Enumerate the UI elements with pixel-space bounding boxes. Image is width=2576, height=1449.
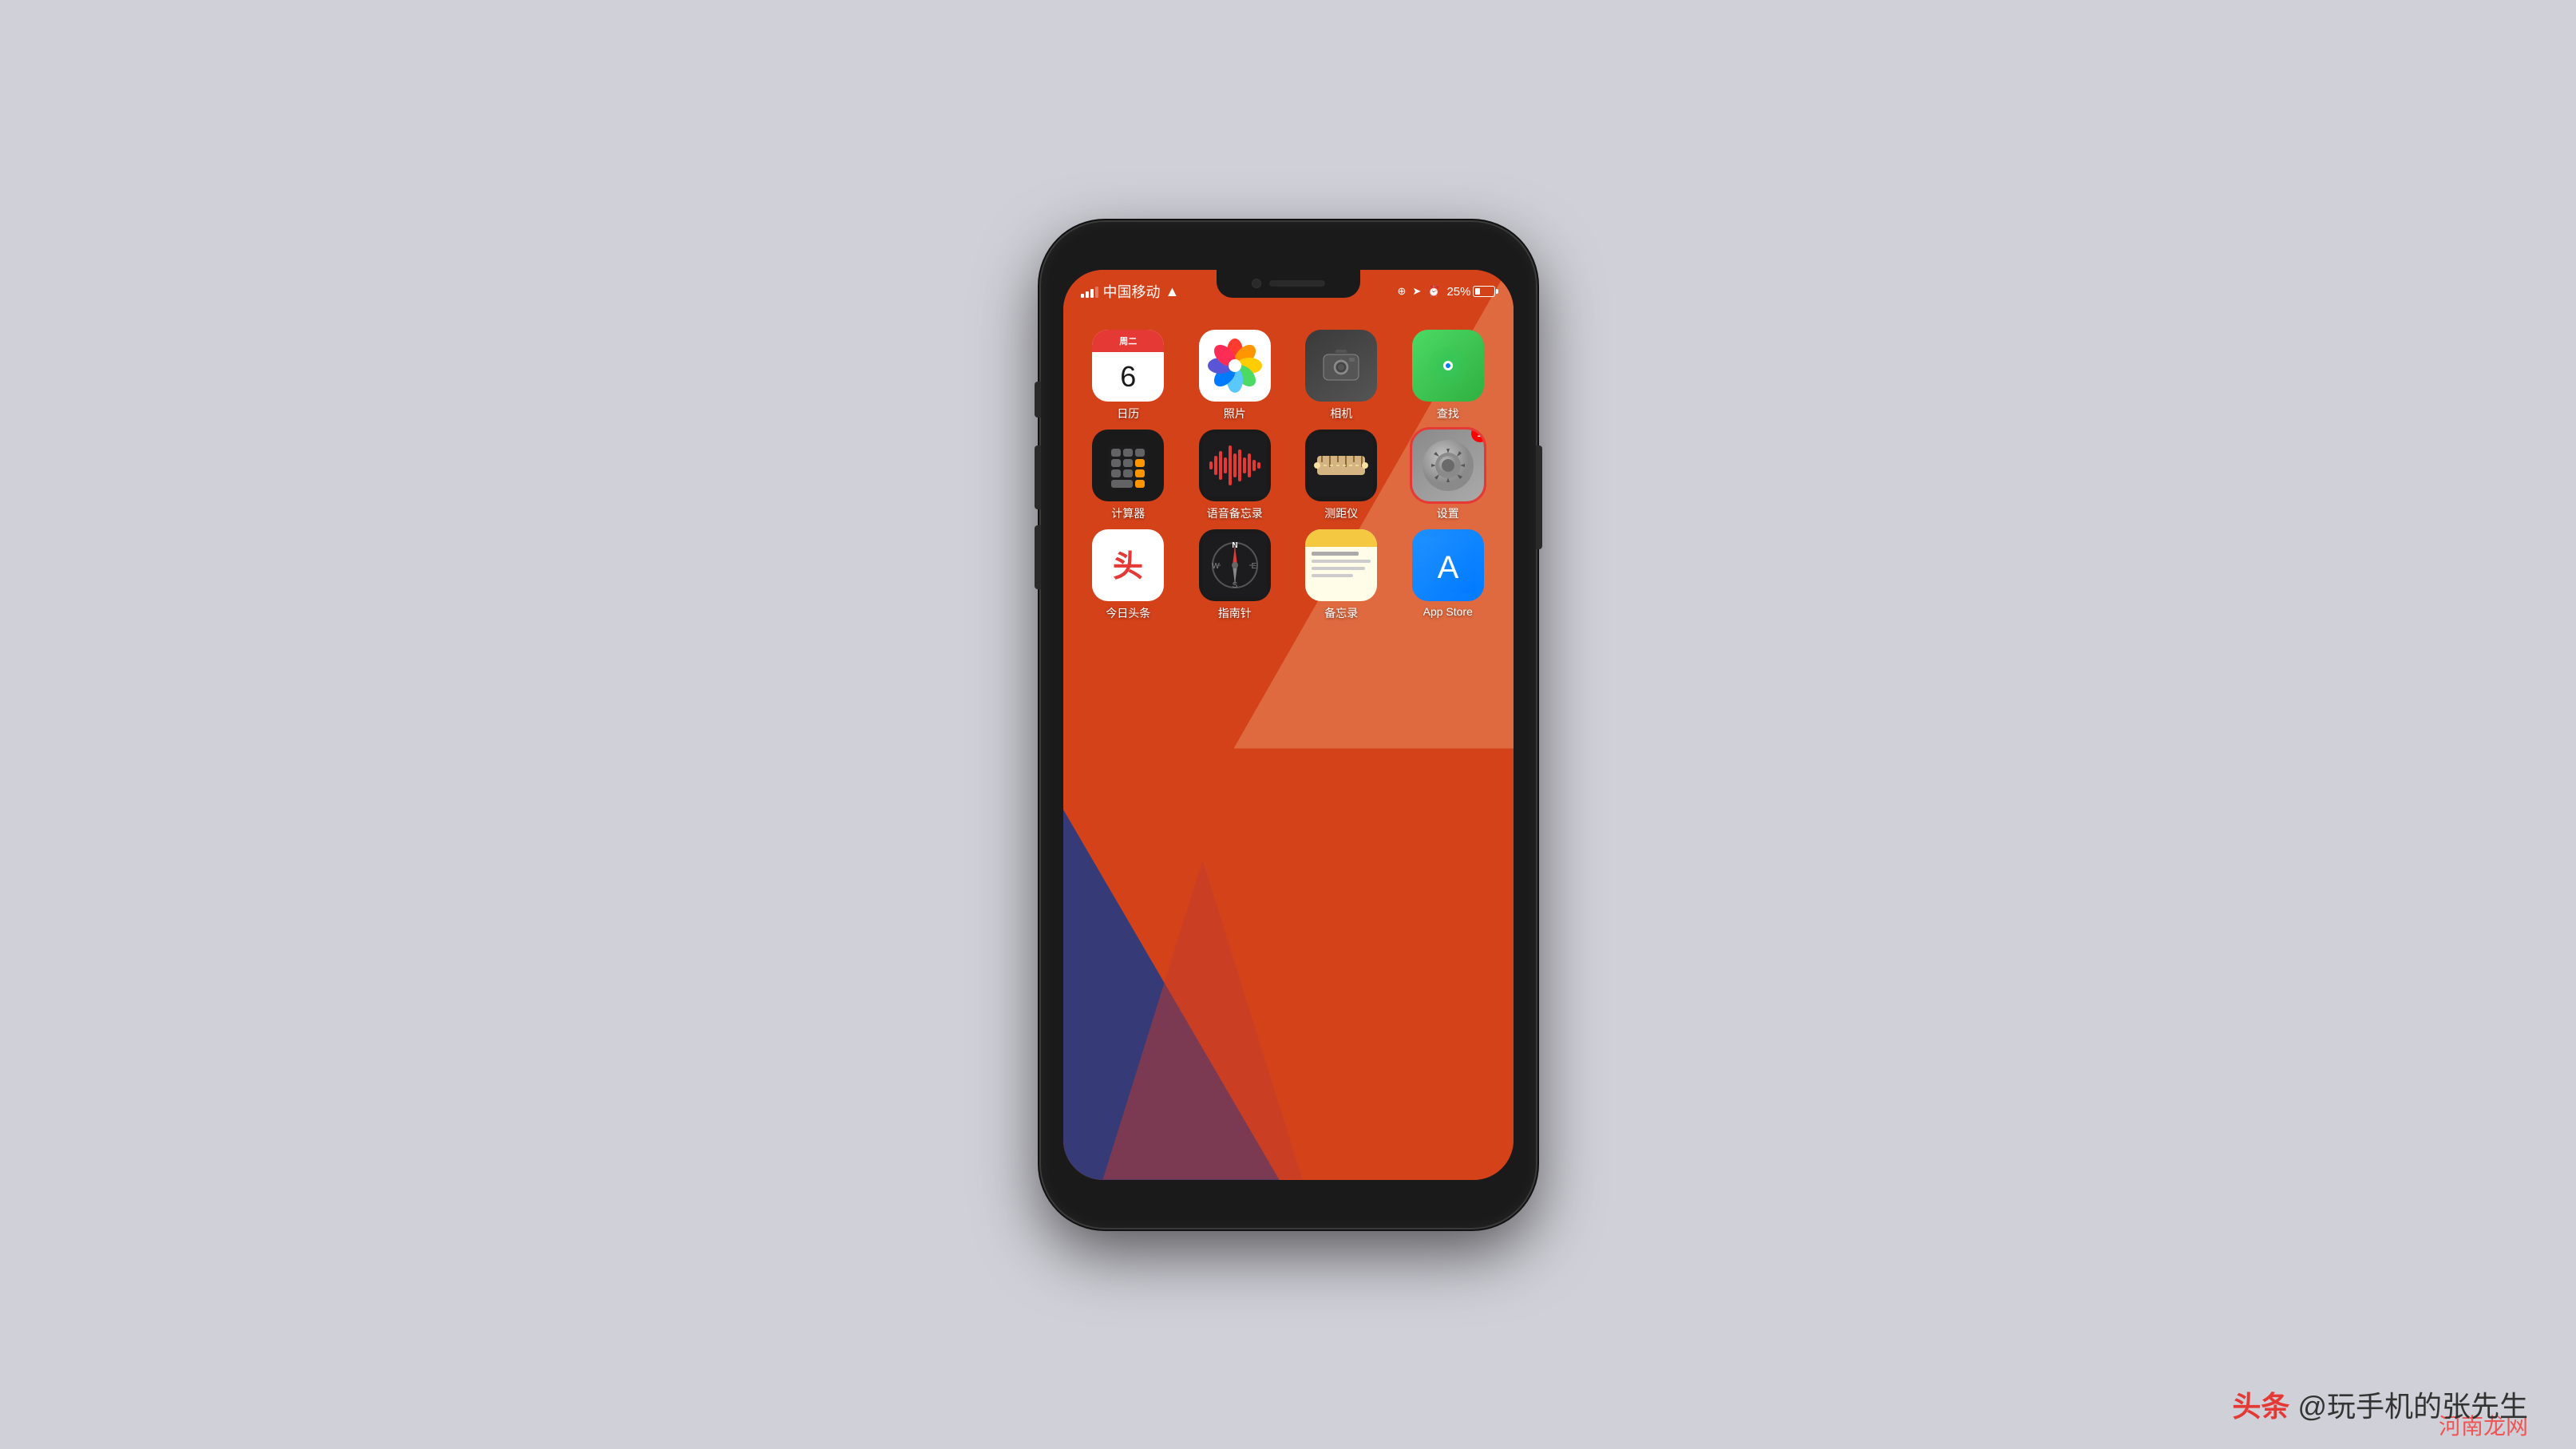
app-item-findmy[interactable]: 查找 [1404,330,1492,422]
calendar-icon[interactable]: 周二 6 [1092,330,1164,402]
settings-label: 设置 [1437,505,1459,521]
front-camera [1252,279,1261,288]
notch [1217,270,1360,298]
app-item-appstore[interactable]: A App Store [1404,529,1492,618]
measure-label: 测距仪 [1324,505,1358,521]
compass-icon[interactable]: N E S W [1199,529,1271,601]
app-item-settings[interactable]: 1 [1404,430,1492,521]
mute-button[interactable] [1035,382,1041,418]
battery-fill [1475,288,1480,295]
phone-shell: 中国移动 ▲ 13:18 ⊕ ➤ ⏰ 25% [1041,222,1536,1228]
svg-text:W: W [1212,562,1220,571]
app-item-calculator[interactable]: 计算器 [1084,430,1172,521]
calculator-label: 计算器 [1111,505,1145,521]
phone-screen: 中国移动 ▲ 13:18 ⊕ ➤ ⏰ 25% [1063,270,1514,1180]
notes-content [1305,547,1377,601]
location-arrow-icon: ➤ [1412,285,1421,298]
status-right: ⊕ ➤ ⏰ 25% [1397,285,1495,299]
carrier-label: 中国移动 [1103,281,1161,302]
notes-icon[interactable] [1305,529,1377,601]
app-item-compass[interactable]: N E S W [1191,529,1279,621]
svg-text:E: E [1251,562,1256,571]
camera-icon[interactable] [1305,330,1377,402]
status-left: 中国移动 ▲ [1081,281,1180,302]
watermark: 头条 @玩手机的张先生 [2232,1384,2528,1425]
app-item-calendar[interactable]: 周二 6 日历 [1084,330,1172,422]
compass-label: 指南针 [1218,605,1252,621]
app-item-photos[interactable]: 照片 [1191,330,1279,422]
app-item-notes[interactable]: 备忘录 [1297,529,1385,621]
calculator-icon[interactable] [1092,430,1164,501]
volume-up-button[interactable] [1035,445,1041,509]
battery-icon [1473,286,1495,297]
calendar-day-number: 6 [1092,352,1164,402]
toutiao-icon[interactable]: 头 头 [1092,529,1164,601]
settings-icon[interactable]: 1 [1412,430,1484,501]
alarm-icon: ⏰ [1427,285,1440,298]
battery-percent-label: 25% [1446,285,1470,299]
app-item-voicememo[interactable]: 语音备忘录 [1191,430,1279,521]
voicememo-icon[interactable] [1199,430,1271,501]
earpiece-speaker [1269,280,1325,287]
power-button[interactable] [1536,445,1542,549]
app-row-3: 头 头 今日头条 N E [1075,529,1502,621]
home-screen: 周二 6 日历 [1063,314,1514,1180]
calendar-day-name: 周二 [1092,330,1164,352]
appstore-label: App Store [1423,605,1473,618]
volume-down-button[interactable] [1035,525,1041,589]
calendar-label: 日历 [1117,406,1139,422]
wifi-icon: ▲ [1165,283,1180,300]
battery-indicator: 25% [1446,285,1495,299]
notes-header-stripe [1305,529,1377,547]
app-row-1: 周二 6 日历 [1075,330,1502,422]
toutiao-label: 今日头条 [1106,605,1150,621]
appstore-icon[interactable]: A [1412,529,1484,601]
signal-icon [1081,285,1098,298]
location-icon: ⊕ [1397,285,1406,298]
svg-text:头: 头 [1113,550,1143,584]
photos-label: 照片 [1224,406,1246,422]
findmy-icon[interactable] [1412,330,1484,402]
app-item-camera[interactable]: 相机 [1297,330,1385,422]
app-row-2: 计算器 [1075,430,1502,521]
measure-icon[interactable] [1305,430,1377,501]
findmy-label: 查找 [1437,406,1459,422]
app-item-toutiao[interactable]: 头 头 今日头条 [1084,529,1172,621]
voicememo-label: 语音备忘录 [1207,505,1263,521]
photos-icon[interactable] [1199,330,1271,402]
notes-label: 备忘录 [1324,605,1358,621]
camera-label: 相机 [1330,406,1352,422]
svg-text:A: A [1437,550,1458,585]
app-item-measure[interactable]: 测距仪 [1297,430,1385,521]
